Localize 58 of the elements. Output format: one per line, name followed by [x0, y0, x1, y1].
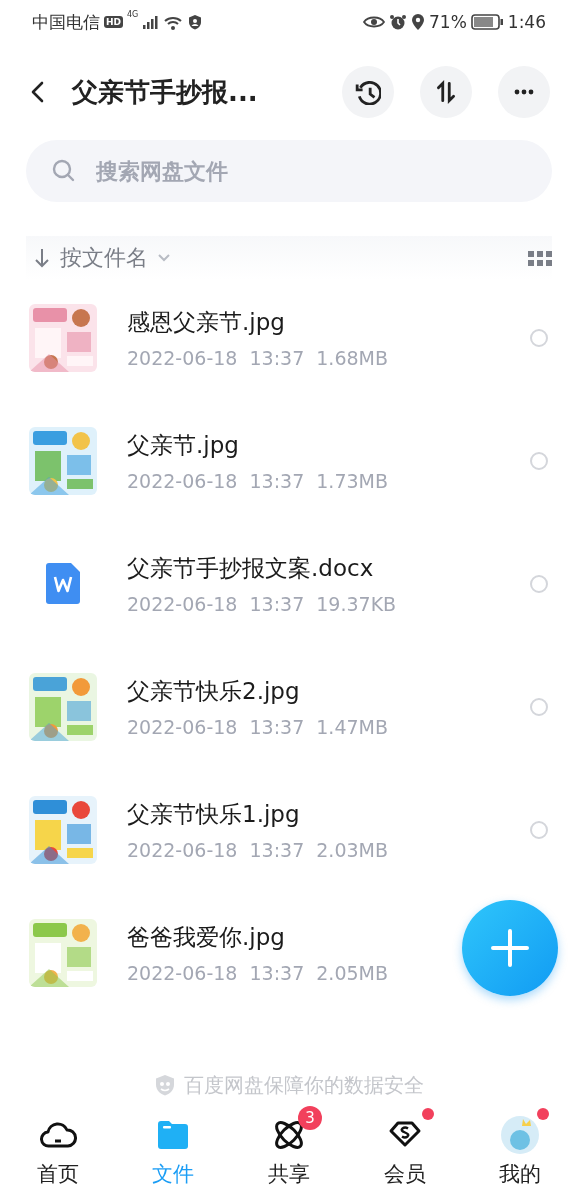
history-button[interactable] — [342, 66, 394, 118]
file-row[interactable]: 父亲节快乐2.jpg 2022-06-18 13:37 1.47MB — [0, 645, 578, 768]
search-icon — [52, 159, 76, 183]
avatar-icon — [501, 1116, 540, 1154]
file-row[interactable]: 感恩父亲节.jpg 2022-06-18 13:37 1.68MB — [0, 276, 578, 399]
file-meta: 2022-06-18 13:37 19.37KB — [127, 592, 397, 615]
file-meta: 2022-06-18 13:37 2.05MB — [127, 961, 388, 984]
alarm-icon — [389, 13, 407, 31]
tab-button[interactable]: 会员 — [346, 1108, 463, 1200]
more-icon — [513, 89, 535, 95]
network-type: 4G — [127, 10, 139, 19]
file-row[interactable]: 爸爸我爱你.jpg 2022-06-18 13:37 2.05MB — [0, 891, 578, 1014]
document-icon — [46, 563, 80, 604]
sort-by-name-button[interactable]: 按文件名 — [26, 243, 170, 273]
tab-button[interactable]: 3 共享 — [231, 1108, 347, 1200]
count-badge: 3 — [298, 1106, 322, 1130]
signal-icon — [142, 14, 160, 30]
file-row[interactable]: 父亲节.jpg 2022-06-18 13:37 1.73MB — [0, 399, 578, 522]
battery-percent: 71% — [429, 12, 467, 32]
file-name: 父亲节快乐1.jpg — [127, 799, 300, 829]
eye-icon — [363, 14, 385, 30]
select-radio[interactable] — [530, 697, 548, 716]
search-field[interactable]: 搜索网盘文件 — [26, 140, 552, 202]
file-name: 父亲节手抄报文案.docx — [127, 553, 374, 583]
select-radio[interactable] — [530, 820, 548, 839]
location-icon — [411, 13, 425, 31]
shield-icon — [187, 14, 204, 30]
folder-title: 父亲节手抄报... — [72, 75, 259, 109]
file-meta: 2022-06-18 13:37 1.73MB — [127, 469, 388, 492]
arrow-down-icon — [34, 248, 50, 268]
file-row[interactable]: 父亲节快乐1.jpg 2022-06-18 13:37 2.03MB — [0, 768, 578, 891]
sort-toggle-button[interactable] — [420, 66, 472, 118]
select-radio[interactable] — [530, 328, 548, 347]
shield-icon — [154, 1074, 176, 1096]
carrier-name: 中国电信 — [32, 10, 100, 34]
tab-button[interactable]: 我的 — [462, 1108, 578, 1200]
battery-icon — [470, 14, 504, 30]
grid-view-icon[interactable] — [528, 250, 552, 266]
file-row[interactable]: 父亲节手抄报文案.docx 2022-06-18 13:37 19.37KB — [0, 522, 578, 645]
file-name: 爸爸我爱你.jpg — [127, 922, 285, 952]
history-icon — [355, 79, 381, 105]
plus-icon — [491, 929, 529, 967]
add-button[interactable] — [462, 900, 558, 996]
file-meta: 2022-06-18 13:37 2.03MB — [127, 838, 388, 861]
back-icon[interactable] — [30, 81, 46, 103]
file-name: 父亲节快乐2.jpg — [127, 676, 300, 706]
select-radio[interactable] — [530, 451, 548, 470]
select-radio[interactable] — [530, 574, 548, 593]
file-meta: 2022-06-18 13:37 1.47MB — [127, 715, 388, 738]
safety-note: 百度网盘保障你的数据安全 — [184, 1071, 424, 1099]
file-name: 父亲节.jpg — [127, 430, 239, 460]
hd-badge: HD — [104, 16, 123, 28]
tab-button[interactable]: 首页 — [0, 1108, 116, 1200]
more-button[interactable] — [498, 66, 550, 118]
chevron-down-icon — [158, 254, 170, 262]
file-name: 感恩父亲节.jpg — [127, 307, 285, 337]
file-meta: 2022-06-18 13:37 1.68MB — [127, 346, 388, 369]
clock-time: 1:46 — [507, 12, 546, 32]
